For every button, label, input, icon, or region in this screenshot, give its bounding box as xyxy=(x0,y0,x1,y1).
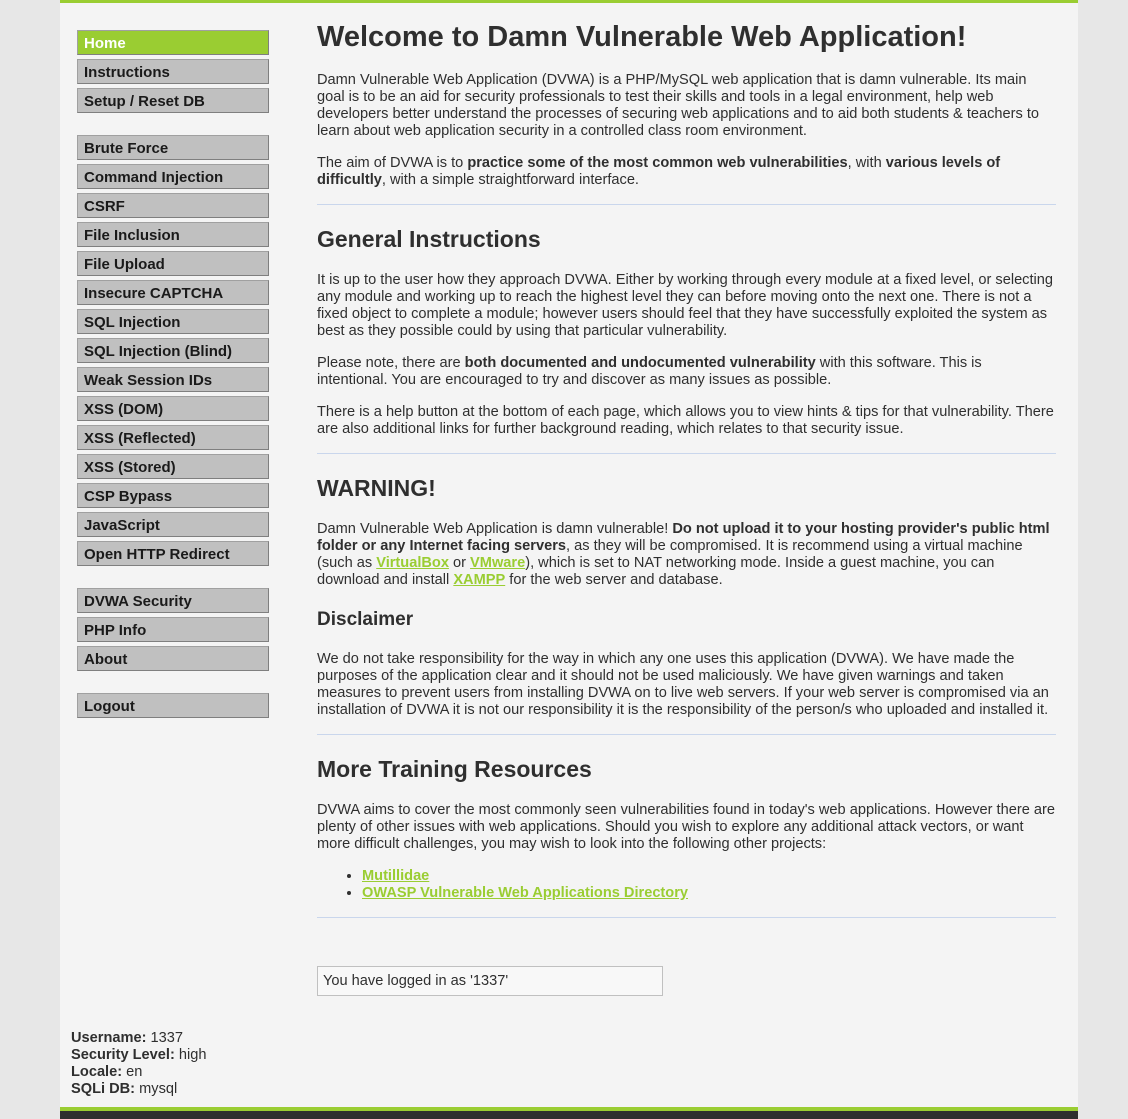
divider xyxy=(317,734,1056,735)
menu-item-logout[interactable]: Logout xyxy=(77,693,269,718)
list-item: OWASP Vulnerable Web Applications Direct… xyxy=(362,885,1056,902)
menu-item-file-inclusion[interactable]: File Inclusion xyxy=(77,222,269,247)
page-title: Welcome to Damn Vulnerable Web Applicati… xyxy=(317,21,967,53)
menu-block-vulnerabilities: Brute Force Command Injection CSRF File … xyxy=(77,135,269,566)
training-paragraph: DVWA aims to cover the most commonly see… xyxy=(317,802,1055,852)
system-info: Username: 1337 Security Level: high Loca… xyxy=(71,1030,206,1098)
general-instructions-heading: General Instructions xyxy=(317,226,541,252)
menu-item-home[interactable]: Home xyxy=(77,30,269,55)
menu-item-xss-stored[interactable]: XSS (Stored) xyxy=(77,454,269,479)
general-paragraph-1: It is up to the user how they approach D… xyxy=(317,272,1054,339)
warning-heading: WARNING! xyxy=(317,475,436,501)
training-resources-heading: More Training Resources xyxy=(317,756,592,782)
menu-item-instructions[interactable]: Instructions xyxy=(77,59,269,84)
warning-text-5: for the web server and database. xyxy=(505,572,723,588)
intro-paragraph: Damn Vulnerable Web Application (DVWA) i… xyxy=(317,72,1040,139)
menu-item-csp-bypass[interactable]: CSP Bypass xyxy=(77,483,269,508)
menu-item-insecure-captcha[interactable]: Insecure CAPTCHA xyxy=(77,280,269,305)
divider xyxy=(317,917,1056,918)
menu-item-javascript[interactable]: JavaScript xyxy=(77,512,269,537)
page-container: Home Instructions Setup / Reset DB Brute… xyxy=(60,0,1078,1119)
menu-block-settings: DVWA Security PHP Info About xyxy=(77,588,269,671)
menu-item-command-injection[interactable]: Command Injection xyxy=(77,164,269,189)
menu-item-brute-force[interactable]: Brute Force xyxy=(77,135,269,160)
mutillidae-link[interactable]: Mutillidae xyxy=(362,868,429,884)
aim-text-3: , with a simple straightforward interfac… xyxy=(381,172,639,188)
general-text-1: Please note, there are xyxy=(317,355,465,371)
sqli-db-value: mysql xyxy=(139,1081,178,1097)
aim-paragraph: The aim of DVWA is to practice some of t… xyxy=(317,155,1056,189)
warning-paragraph: Damn Vulnerable Web Application is damn … xyxy=(317,521,1056,589)
menu-block-general: Home Instructions Setup / Reset DB xyxy=(77,30,269,113)
virtualbox-link[interactable]: VirtualBox xyxy=(376,555,449,571)
divider xyxy=(317,453,1056,454)
divider xyxy=(317,204,1056,205)
locale-label: Locale: xyxy=(71,1064,123,1080)
list-item: Mutillidae xyxy=(362,868,1056,885)
aim-text-2: , with xyxy=(847,155,886,171)
general-emphasis: both documented and undocumented vulnera… xyxy=(464,355,816,371)
menu-item-xss-reflected[interactable]: XSS (Reflected) xyxy=(77,425,269,450)
main-menu: Home Instructions Setup / Reset DB Brute… xyxy=(77,30,269,740)
locale-value: en xyxy=(126,1064,143,1080)
main-body: Welcome to Damn Vulnerable Web Applicati… xyxy=(317,3,1056,918)
warning-text-1: Damn Vulnerable Web Application is damn … xyxy=(317,521,673,537)
general-paragraph-2: Please note, there are both documented a… xyxy=(317,355,1056,389)
menu-block-session: Logout xyxy=(77,693,269,718)
menu-item-weak-session-ids[interactable]: Weak Session IDs xyxy=(77,367,269,392)
menu-item-dvwa-security[interactable]: DVWA Security xyxy=(77,588,269,613)
aim-emphasis-1: practice some of the most common web vul… xyxy=(467,155,848,171)
menu-item-csrf[interactable]: CSRF xyxy=(77,193,269,218)
vmware-link[interactable]: VMware xyxy=(470,555,525,571)
menu-item-xss-dom[interactable]: XSS (DOM) xyxy=(77,396,269,421)
resources-list: Mutillidae OWASP Vulnerable Web Applicat… xyxy=(317,868,1056,902)
footer-bar xyxy=(60,1107,1078,1119)
general-paragraph-3: There is a help button at the bottom of … xyxy=(317,404,1054,437)
menu-item-setup[interactable]: Setup / Reset DB xyxy=(77,88,269,113)
aim-text-1: The aim of DVWA is to xyxy=(317,155,468,171)
xampp-link[interactable]: XAMPP xyxy=(453,572,505,588)
menu-item-php-info[interactable]: PHP Info xyxy=(77,617,269,642)
username-value: 1337 xyxy=(150,1030,183,1046)
logged-in-message: You have logged in as '1337' xyxy=(317,966,663,996)
menu-item-sql-injection[interactable]: SQL Injection xyxy=(77,309,269,334)
sqli-db-row: SQLi DB: mysql xyxy=(71,1081,206,1098)
disclaimer-heading: Disclaimer xyxy=(317,609,414,630)
owasp-directory-link[interactable]: OWASP Vulnerable Web Applications Direct… xyxy=(362,885,688,901)
username-row: Username: 1337 xyxy=(71,1030,206,1047)
disclaimer-paragraph: We do not take responsibility for the wa… xyxy=(317,651,1049,718)
sqli-db-label: SQLi DB: xyxy=(71,1081,136,1097)
username-label: Username: xyxy=(71,1030,147,1046)
menu-item-about[interactable]: About xyxy=(77,646,269,671)
locale-row: Locale: en xyxy=(71,1064,206,1081)
security-level-row: Security Level: high xyxy=(71,1047,206,1064)
security-level-label: Security Level: xyxy=(71,1047,175,1063)
warning-text-3: or xyxy=(448,555,471,571)
menu-item-open-http-redirect[interactable]: Open HTTP Redirect xyxy=(77,541,269,566)
menu-item-sql-injection-blind[interactable]: SQL Injection (Blind) xyxy=(77,338,269,363)
security-level-value: high xyxy=(178,1047,207,1063)
menu-item-file-upload[interactable]: File Upload xyxy=(77,251,269,276)
